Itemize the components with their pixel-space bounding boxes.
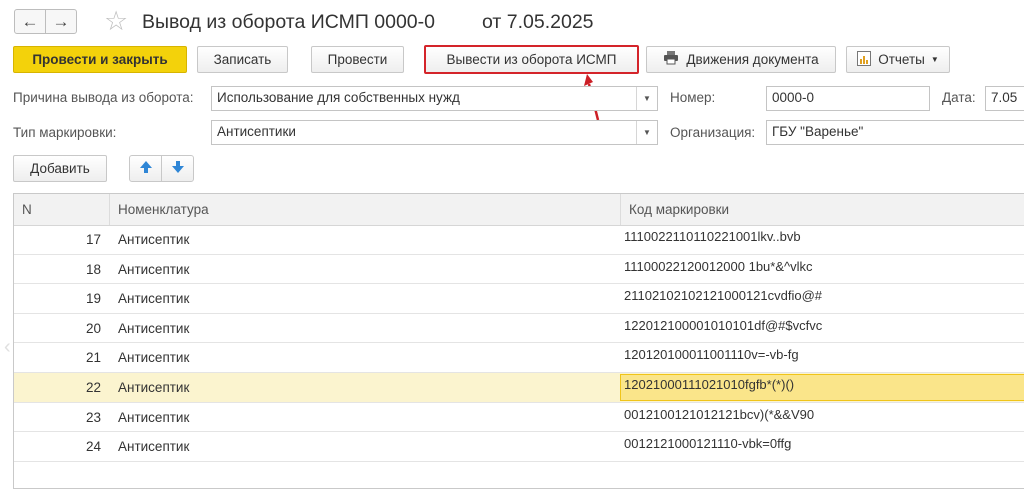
row-number: 23 [85, 409, 101, 425]
table-row[interactable]: 24 Антисептик 0012121000121110-vbk=0ffg [14, 432, 1024, 462]
back-button[interactable]: ← [14, 9, 46, 34]
back-arrow-icon: ← [21, 12, 39, 31]
row-nomenclature: Антисептик [118, 409, 190, 425]
forward-button[interactable]: → [45, 9, 77, 34]
row-nomenclature: Антисептик [118, 320, 190, 336]
organization-field[interactable]: ГБУ "Варенье" [766, 120, 1024, 145]
move-up-button[interactable] [129, 155, 162, 182]
reports-button[interactable]: Отчеты ▼ [846, 46, 950, 73]
reason-label: Причина вывода из оборота: [13, 90, 194, 105]
row-nomenclature: Антисептик [118, 291, 190, 307]
favorite-star-icon[interactable]: ☆ [104, 8, 128, 35]
save-button[interactable]: Записать [197, 46, 288, 73]
arrow-up-icon [139, 160, 153, 177]
row-nomenclature: Антисептик [118, 439, 190, 455]
row-nomenclature: Антисептик [118, 380, 190, 395]
date-field[interactable]: 7.05 [985, 86, 1024, 111]
column-header-marking-code[interactable]: Код маркировки [621, 194, 1024, 225]
row-number: 21 [85, 350, 101, 366]
document-movements-button[interactable]: Движения документа [646, 46, 836, 73]
report-icon [857, 50, 872, 69]
row-nomenclature: Антисептик [118, 261, 190, 277]
marking-type-label: Тип маркировки: [13, 125, 117, 140]
row-nomenclature: Антисептик [118, 350, 190, 366]
table-row[interactable]: 17 Антисептик 1110022110110221001lkv..bvb [14, 225, 1024, 255]
table-row[interactable]: 20 Антисептик 122012100001010101df@#$vcfvc [14, 314, 1024, 344]
row-number: 24 [85, 439, 101, 455]
row-nomenclature: Антисептик [118, 232, 190, 247]
dropdown-icon[interactable]: ▼ [636, 87, 657, 110]
add-button[interactable]: Добавить [13, 155, 107, 182]
marking-type-value: Антисептики [217, 124, 296, 139]
column-header-nomenclature[interactable]: Номенклатура [110, 194, 620, 225]
row-marking-code: 0012121000121110-vbk=0ffg [624, 436, 792, 452]
post-button[interactable]: Провести [311, 46, 404, 73]
document-movements-label: Движения документа [686, 52, 819, 67]
reason-value: Использование для собственных нужд [217, 90, 460, 105]
document-date: от 7.05.2025 [482, 11, 594, 33]
post-and-close-button[interactable]: Провести и закрыть [13, 46, 187, 73]
organization-label: Организация: [670, 125, 756, 140]
table-row[interactable]: 18 Антисептик 11100022120012000 1bu*&^vlkc [14, 255, 1024, 285]
table-row[interactable]: 23 Антисептик 0012100121012121bcv)(*&&V90 [14, 403, 1024, 433]
row-number: 22 [85, 380, 101, 395]
marking-type-field[interactable]: Антисептики ▼ [211, 120, 658, 145]
forward-arrow-icon: → [52, 12, 70, 31]
number-field[interactable]: 0000-0 [766, 86, 930, 111]
marking-table: N Номенклатура Код маркировки 17 Антисепт… [13, 193, 1024, 489]
arrow-down-icon [171, 160, 185, 177]
column-header-n[interactable]: N [14, 194, 109, 225]
number-label: Номер: [670, 90, 716, 105]
row-marking-code: 11100022120012000 1bu*&^vlkc [624, 258, 813, 274]
table-header: N Номенклатура Код маркировки [14, 194, 1024, 226]
chevron-down-icon: ▼ [930, 55, 939, 64]
row-number: 18 [85, 261, 101, 277]
date-label: Дата: [942, 90, 976, 105]
table-row[interactable]: 19 Антисептик 21102102102121000121cvdfio@# [14, 284, 1024, 314]
row-number: 17 [85, 232, 101, 247]
row-marking-code: 21102102102121000121cvdfio@# [624, 288, 823, 304]
table-row[interactable]: 21 Антисептик 120120100011001110v=-vb-fg [14, 343, 1024, 373]
reports-label: Отчеты [878, 52, 925, 67]
reason-field[interactable]: Использование для собственных нужд ▼ [211, 86, 658, 111]
document-title: Вывод из оборота ИСМП 0000-0 [142, 11, 435, 33]
row-number: 19 [85, 291, 101, 307]
row-marking-code: 12021000111021010fgfb*(*)() [624, 377, 795, 392]
row-marking-code: 0012100121012121bcv)(*&&V90 [624, 406, 815, 422]
printer-icon [663, 51, 679, 68]
row-marking-code: 122012100001010101df@#$vcfvc [624, 317, 823, 333]
move-down-button[interactable] [161, 155, 194, 182]
table-row[interactable]: 22 Антисептик 12021000111021010fgfb*(*)() [14, 373, 1024, 403]
dropdown-icon[interactable]: ▼ [636, 121, 657, 144]
row-number: 20 [85, 320, 101, 336]
chevron-left-icon: ‹ [4, 336, 11, 358]
row-marking-code: 120120100011001110v=-vb-fg [624, 347, 799, 363]
row-marking-code: 1110022110110221001lkv..bvb [624, 229, 801, 244]
